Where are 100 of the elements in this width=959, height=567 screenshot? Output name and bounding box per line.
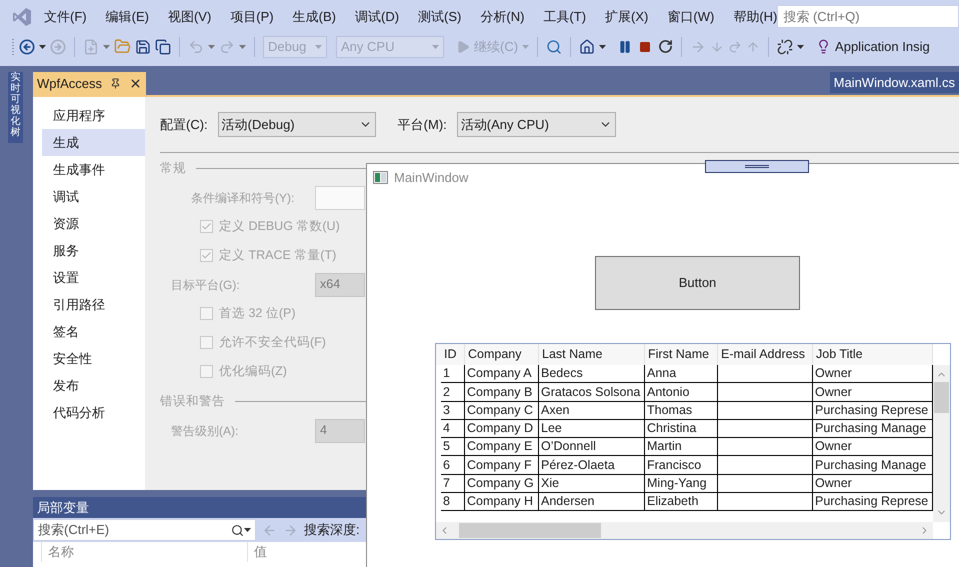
checkbox-label: 首选 32 位(P) <box>219 305 296 322</box>
back-arrow-icon[interactable] <box>262 522 277 538</box>
table-cell: 1 <box>441 365 465 384</box>
menu-item[interactable]: 视图(V) <box>168 6 212 26</box>
checkbox-label: 优化编码(Z) <box>219 363 287 380</box>
forward-arrow-icon[interactable] <box>283 522 298 538</box>
nav-item[interactable]: 调试 <box>42 183 145 210</box>
logo-icon[interactable] <box>12 6 32 26</box>
table-cell: Company H <box>465 493 539 512</box>
document-tab[interactable]: MainWindow.xaml.cs <box>830 72 959 93</box>
menu-item[interactable]: 窗口(W) <box>667 6 714 26</box>
nav-item[interactable]: 应用程序 <box>42 102 145 129</box>
table-cell: 7 <box>441 474 465 494</box>
locals-search-field[interactable]: 搜索(Ctrl+E) <box>33 519 256 541</box>
resize-handle[interactable] <box>705 160 809 173</box>
search-icon[interactable] <box>231 524 244 536</box>
new-file-icon[interactable] <box>83 38 99 54</box>
table-cell: 6 <box>441 456 465 475</box>
nav-item[interactable]: 生成 <box>42 129 145 156</box>
pin-icon[interactable] <box>110 78 122 89</box>
nav-item[interactable]: 签名 <box>42 318 145 345</box>
column-header[interactable]: ID <box>441 344 465 365</box>
save-icon[interactable] <box>135 38 151 54</box>
undo-icon[interactable] <box>188 38 204 54</box>
checkbox[interactable] <box>200 249 213 262</box>
check-icon <box>201 221 212 232</box>
search-field[interactable]: 搜索 (Ctrl+Q) <box>777 5 959 28</box>
caret-icon[interactable] <box>797 44 804 48</box>
input-field[interactable] <box>315 186 365 210</box>
pause-icon[interactable] <box>618 40 632 54</box>
table-cell: Company D <box>465 420 539 438</box>
restart-icon[interactable] <box>658 39 674 54</box>
nav-item[interactable]: 代码分析 <box>42 399 145 426</box>
column-header[interactable]: Company <box>465 344 539 365</box>
nav-item[interactable]: 资源 <box>42 210 145 237</box>
table-cell: Axen <box>539 402 645 420</box>
table-cell: Elizabeth <box>645 493 718 512</box>
table-cell: 2 <box>441 383 465 402</box>
document-tab[interactable]: WpfAccess <box>33 72 146 95</box>
caret-icon[interactable] <box>244 528 251 532</box>
column-header: 值 <box>253 543 267 561</box>
home-icon[interactable] <box>579 38 596 54</box>
column-header[interactable]: E-mail Address <box>718 344 813 365</box>
designer-button[interactable]: Button <box>595 256 800 310</box>
config-label: 配置(C): <box>160 116 208 134</box>
table-cell: 3 <box>441 402 465 420</box>
checkbox[interactable] <box>200 365 213 378</box>
scrollbar-thumb[interactable] <box>934 382 949 413</box>
nav-item[interactable]: 设置 <box>42 264 145 291</box>
table-cell: Company F <box>465 456 539 475</box>
menu-item[interactable]: 帮助(H) <box>733 6 778 26</box>
checkbox-label: 定义 DEBUG 常数(U) <box>219 218 340 236</box>
table-cell: Andersen <box>539 493 645 512</box>
side-tab[interactable]: 实时可视化树 <box>8 72 23 143</box>
nav-item[interactable]: 生成事件 <box>42 156 145 183</box>
find-icon[interactable] <box>546 38 562 54</box>
insights-button[interactable]: Application Insig <box>835 36 930 56</box>
play-icon[interactable] <box>456 40 470 54</box>
table-cell: Martin <box>645 438 718 456</box>
column-header[interactable]: Job Title <box>813 344 933 365</box>
menu-item[interactable]: 项目(P) <box>230 6 274 26</box>
close-icon[interactable] <box>129 77 142 90</box>
nav-item[interactable]: 安全性 <box>42 345 145 372</box>
vertical-scrollbar[interactable] <box>933 365 950 522</box>
menu-item[interactable]: 生成(B) <box>292 6 336 26</box>
redo-icon[interactable] <box>219 38 235 54</box>
menu-item[interactable]: 调试(D) <box>354 6 400 26</box>
back-icon[interactable] <box>19 38 35 54</box>
horizontal-scrollbar[interactable] <box>436 522 933 539</box>
field-label: 条件编译和符号(Y): <box>191 190 294 206</box>
column-header[interactable]: Last Name <box>539 344 645 365</box>
caret-icon[interactable] <box>599 44 606 48</box>
menu-item[interactable]: 文件(F) <box>44 6 87 26</box>
menu-item[interactable]: 工具(T) <box>543 6 586 26</box>
checkbox[interactable] <box>200 336 213 349</box>
checkbox[interactable] <box>200 307 213 320</box>
check-icon <box>201 250 212 261</box>
depth-label: 搜索深度: <box>304 521 360 540</box>
menu-item[interactable]: 测试(S) <box>418 6 462 26</box>
table-cell: Christina <box>645 420 718 438</box>
menu-item[interactable]: 扩展(X) <box>605 6 648 26</box>
menu-item[interactable]: 分析(N) <box>480 6 524 26</box>
table-cell: Francisco <box>645 456 718 475</box>
scrollbar-thumb[interactable] <box>459 523 601 538</box>
section-heading: 错误和警告 <box>160 392 225 410</box>
nav-item[interactable]: 发布 <box>42 372 145 399</box>
nav-item[interactable]: 引用路径 <box>42 291 145 318</box>
column-header[interactable]: First Name <box>645 344 718 365</box>
link-icon[interactable] <box>777 38 794 54</box>
stop-icon[interactable] <box>639 40 652 52</box>
platform-dropdown[interactable]: 活动(Any CPU) <box>456 112 616 137</box>
checkbox[interactable] <box>200 220 213 233</box>
window-icon <box>373 171 388 184</box>
data-grid[interactable] <box>435 343 951 540</box>
nav-item[interactable]: 服务 <box>42 237 145 264</box>
table-cell: Anna <box>645 365 718 384</box>
grip-icon[interactable] <box>12 38 15 56</box>
caret-icon[interactable] <box>39 44 46 48</box>
config-dropdown[interactable]: 活动(Debug) <box>218 112 376 137</box>
menu-item[interactable]: 编辑(E) <box>106 6 149 26</box>
